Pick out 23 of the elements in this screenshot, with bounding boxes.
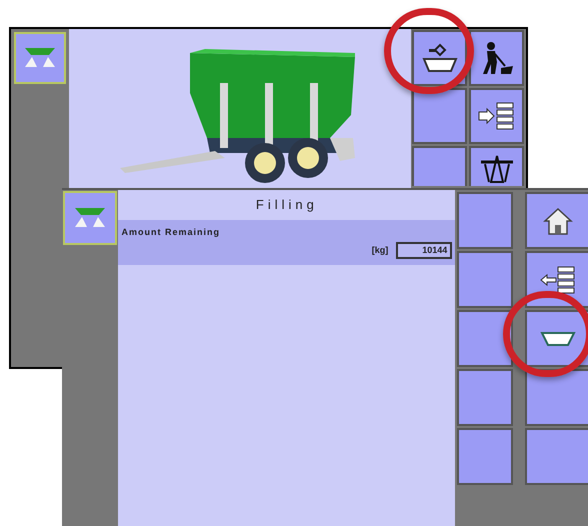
- blank-button[interactable]: [457, 369, 514, 426]
- home-button[interactable]: [524, 192, 588, 249]
- empty-button[interactable]: [469, 88, 524, 144]
- field-label: Amount Remaining: [121, 226, 221, 239]
- maintenance-button[interactable]: [469, 30, 524, 86]
- boom-button[interactable]: [469, 146, 524, 186]
- spreader-button[interactable]: [63, 191, 117, 245]
- fill-button[interactable]: [412, 30, 467, 86]
- arrow-list-icon: [476, 101, 516, 131]
- blank-button[interactable]: [524, 369, 588, 426]
- spreader-button[interactable]: [14, 32, 66, 84]
- screen-title: Filling: [254, 196, 319, 214]
- amount-field[interactable]: 10144: [396, 242, 452, 259]
- blank-button[interactable]: [457, 251, 514, 308]
- bin-icon: [540, 330, 576, 348]
- blank-button[interactable]: [524, 428, 588, 485]
- blank-button[interactable]: [457, 192, 514, 249]
- blank-button[interactable]: [457, 428, 514, 485]
- bin-button[interactable]: [524, 310, 588, 367]
- blank-button[interactable]: [457, 310, 514, 367]
- fill-bin-icon: [420, 41, 458, 75]
- unit-label: [kg]: [372, 244, 388, 257]
- home-icon: [542, 206, 573, 236]
